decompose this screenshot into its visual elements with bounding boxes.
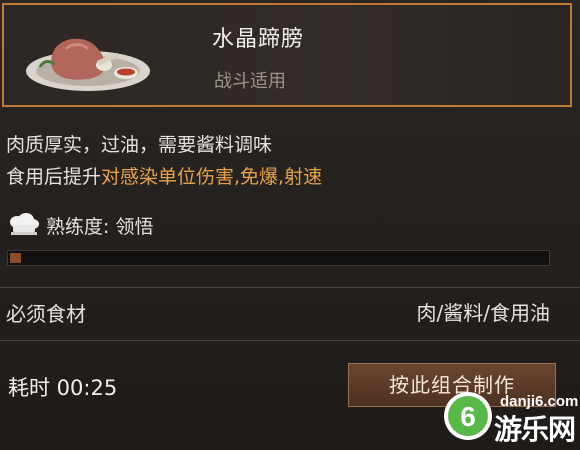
description-prefix: 食用后提升 [6, 166, 102, 188]
divider [0, 287, 580, 288]
proficiency-label: 熟练度: 领悟 [46, 215, 154, 238]
ingredients-value: 肉/酱料/食用油 [416, 301, 550, 325]
description-effects: 对感染单位伤害,免爆,射速 [101, 166, 323, 188]
description-line-1: 肉质厚实，过油，需要酱料调味 [6, 134, 273, 156]
watermark-badge: 6 [460, 401, 476, 432]
item-header-card: 水晶蹄膀 战斗适用 [2, 3, 572, 107]
item-subtitle: 战斗适用 [214, 71, 286, 92]
ingredients-label: 必须食材 [6, 302, 86, 326]
proficiency-progress-bar [7, 250, 550, 266]
pork-knuckle-icon [26, 38, 150, 91]
chef-hat-icon [10, 213, 39, 235]
proficiency-progress-fill [10, 253, 21, 263]
description-line-2: 食用后提升对感染单位伤害,免爆,射速 [6, 162, 322, 189]
divider [0, 340, 580, 341]
item-name: 水晶蹄膀 [212, 27, 305, 52]
proficiency-row: 熟练度: 领悟 [6, 210, 153, 240]
watermark-name: 游乐网 [494, 413, 576, 446]
craft-time: 耗时 00:25 [8, 376, 118, 400]
recipe-panel: 水晶蹄膀 战斗适用 肉质厚实，过油，需要酱料调味 食用后提升对感染单位伤害,免爆… [0, 0, 580, 450]
